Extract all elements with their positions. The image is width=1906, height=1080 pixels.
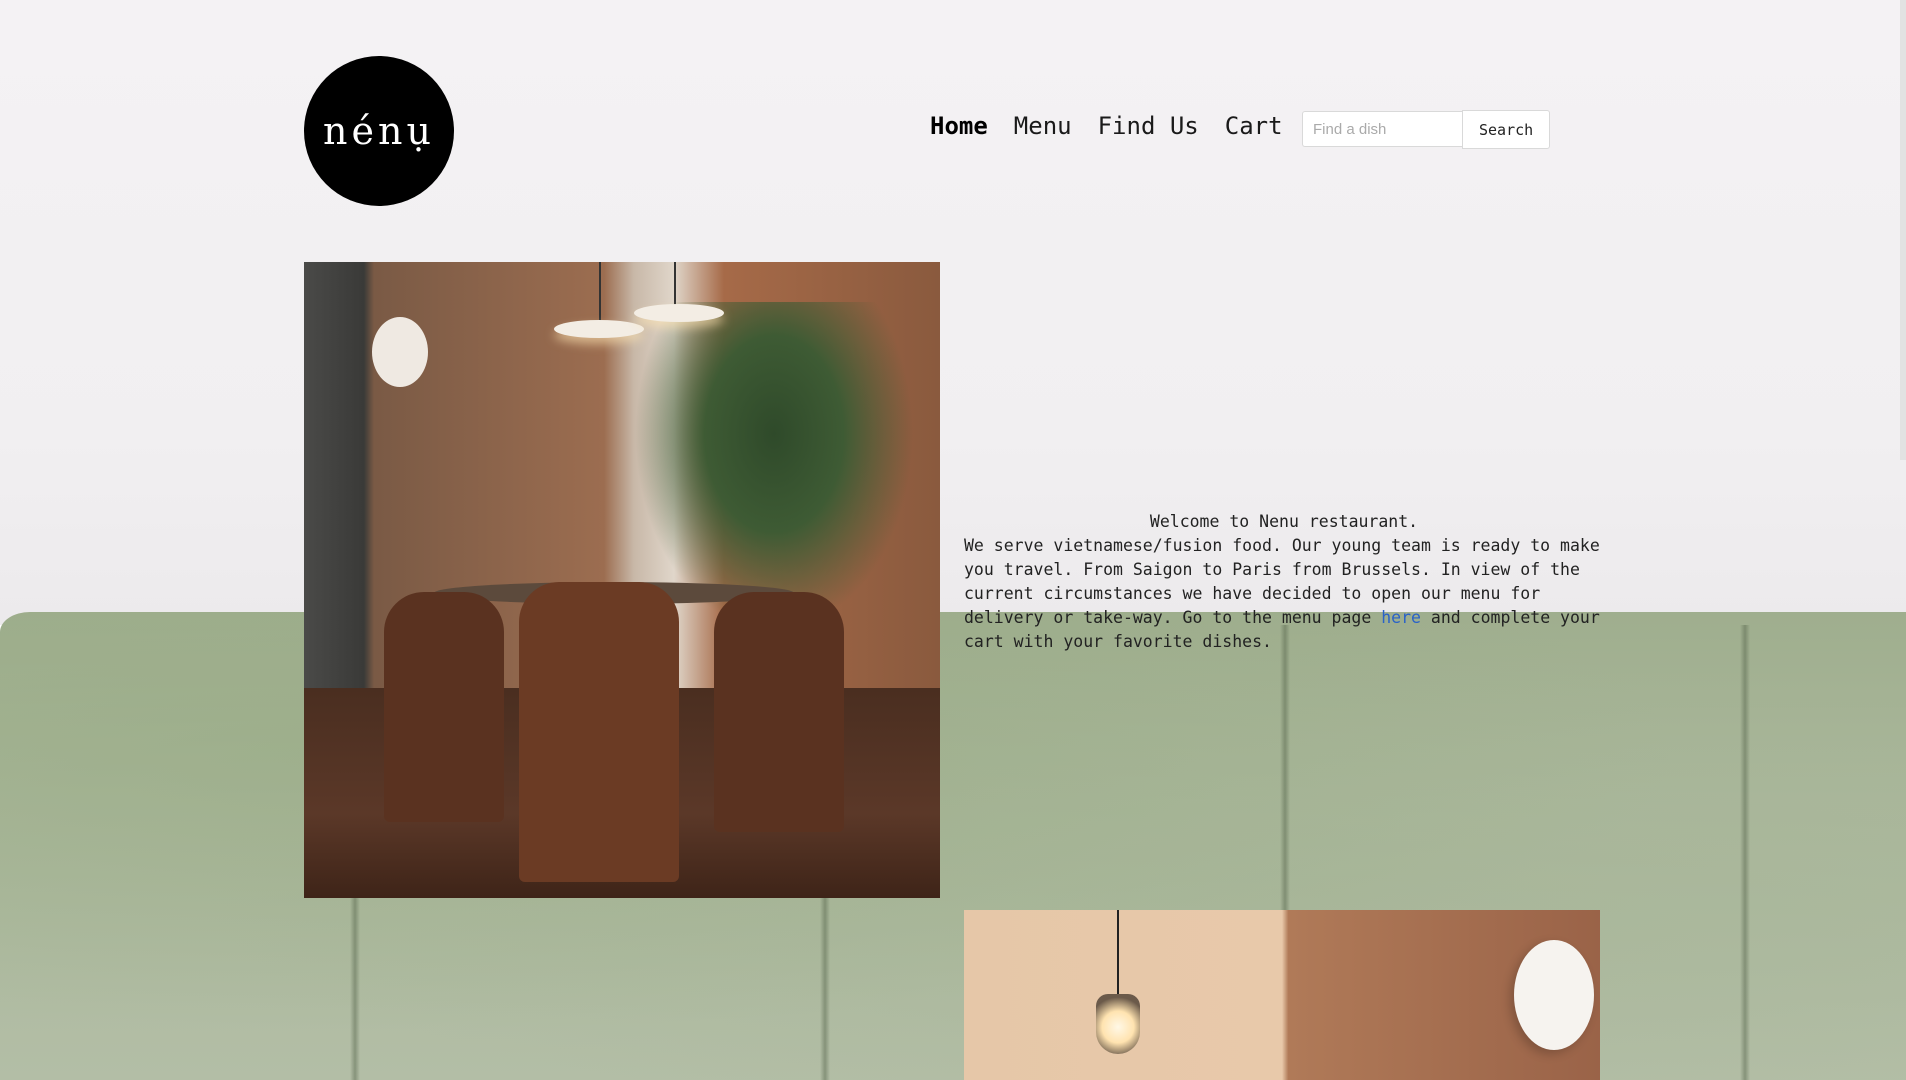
chair (519, 582, 679, 882)
wall-background (0, 0, 1906, 625)
scrollbar[interactable] (1900, 0, 1906, 460)
menu-page-link[interactable]: here (1381, 608, 1421, 627)
pendant-lamp (554, 320, 644, 338)
wall-sconce (1514, 940, 1594, 1050)
bench-seam (1740, 625, 1750, 1080)
pendant-lamp (634, 304, 724, 322)
nav-home-link[interactable]: Home (930, 112, 988, 140)
chair (384, 592, 504, 822)
main-nav: Home Menu Find Us Cart (930, 112, 1283, 140)
nav-menu-link[interactable]: Menu (1014, 112, 1072, 140)
logo[interactable]: nénụ (304, 56, 454, 206)
chair (714, 592, 844, 832)
nav-cart-link[interactable]: Cart (1225, 112, 1283, 140)
search-input[interactable] (1302, 111, 1462, 147)
restaurant-interior-image (304, 262, 940, 898)
wall-sconce (372, 317, 428, 387)
logo-text: nénụ (323, 109, 435, 153)
lamp-brick-image (964, 910, 1600, 1080)
pendant-bulb (1096, 994, 1140, 1054)
search-form: Search (1302, 110, 1551, 149)
intro-text: Welcome to Nenu restaurant. We serve vie… (964, 510, 1604, 654)
search-button[interactable]: Search (1462, 110, 1551, 149)
nav-find-us-link[interactable]: Find Us (1098, 112, 1199, 140)
welcome-heading: Welcome to Nenu restaurant. (1149, 512, 1419, 531)
bench-background (0, 612, 1906, 1080)
